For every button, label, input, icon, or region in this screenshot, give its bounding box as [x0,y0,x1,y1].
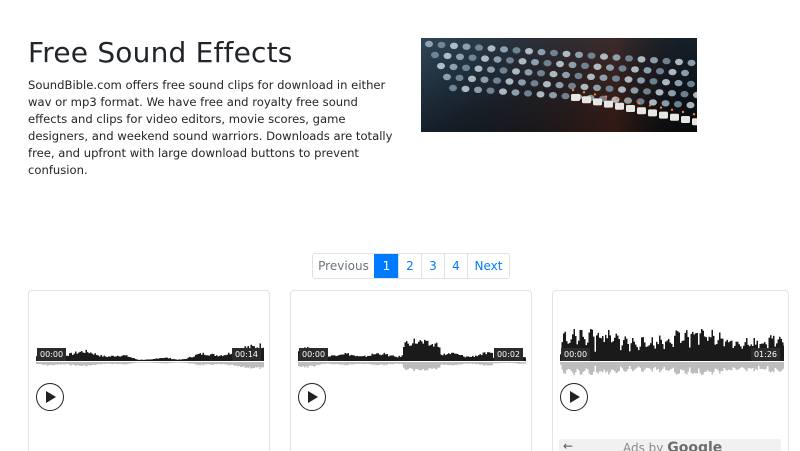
pagination-page-4[interactable]: 4 [444,254,467,278]
current-time: 00:00 [37,348,67,361]
play-icon [46,391,56,403]
page-title: Free Sound Effects [28,36,293,69]
current-time: 00:00 [561,348,591,361]
play-icon [308,391,318,403]
play-button[interactable] [560,383,588,411]
arrow-left-icon[interactable]: ← [563,439,573,451]
pagination-previous[interactable]: Previous [313,254,374,278]
sound-card: 00:00 00:02 [290,290,532,451]
duration: 01:26 [750,348,780,361]
waveform[interactable] [298,327,526,375]
play-icon [570,391,580,403]
pagination-page-1[interactable]: 1 [374,254,398,278]
mixer-banner-image [421,38,697,132]
waveform[interactable] [36,327,264,375]
intro-paragraph: SoundBible.com offers free sound clips f… [28,78,393,177]
sound-card: 00:00 01:26 ← Ads by Google [552,290,789,451]
ad-banner[interactable]: ← Ads by Google [559,439,781,451]
ads-by-google-label: Ads by Google [623,440,723,451]
pagination-page-2[interactable]: 2 [398,254,421,278]
play-button[interactable] [36,383,64,411]
sound-card: 00:00 00:14 [28,290,270,451]
duration: 00:14 [231,348,261,361]
duration: 00:02 [493,348,523,361]
pagination-page-3[interactable]: 3 [421,254,444,278]
pagination-next[interactable]: Next [467,254,509,278]
play-button[interactable] [298,383,326,411]
current-time: 00:00 [299,348,329,361]
mixing-console-illustration [421,38,697,132]
pagination: Previous 1 2 3 4 Next [312,253,510,279]
